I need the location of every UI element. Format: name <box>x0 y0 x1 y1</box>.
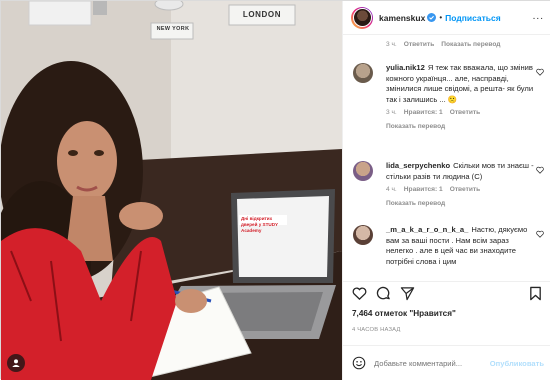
post-modal: NEW YORK LONDON Дні відкритих дверей у S… <box>0 0 550 380</box>
emoji-icon[interactable] <box>352 356 366 370</box>
separator-dot: • <box>439 13 443 22</box>
comment-icon[interactable] <box>376 286 391 301</box>
like-heart-icon[interactable] <box>352 286 367 301</box>
comment-time: 3 ч. <box>386 109 397 117</box>
comment-box: Опубликовать <box>343 345 550 380</box>
post-photo[interactable]: NEW YORK LONDON Дні відкритих дверей у S… <box>1 1 342 380</box>
avatar[interactable] <box>353 63 373 83</box>
reply-button[interactable]: Ответить <box>450 185 480 196</box>
likes-count[interactable]: 7,464 отметок "Нравится" <box>352 309 456 318</box>
reply-button[interactable]: Ответить <box>404 41 434 48</box>
verified-icon <box>427 13 437 22</box>
photo-illustration <box>1 1 342 380</box>
action-bar <box>343 281 550 305</box>
comment-meta: 4 ч. Нравится: 1 Ответить <box>386 185 534 196</box>
avatar[interactable] <box>353 225 373 245</box>
view-translation-button[interactable]: Показать перевод <box>386 122 534 133</box>
comment-likes[interactable]: Нравится: 1 <box>404 108 443 119</box>
comment-time: 3 ч. <box>386 41 397 48</box>
comment-username[interactable]: _m_a_k_a_r_o_n_k_a_ <box>386 225 468 234</box>
header-username[interactable]: kamenskux <box>379 13 425 23</box>
publish-button[interactable]: Опубликовать <box>490 359 544 368</box>
comment-username[interactable]: lida_serpychenko <box>386 161 450 170</box>
sign-london: LONDON <box>242 10 282 19</box>
heart-icon[interactable] <box>536 230 544 238</box>
comment-meta: 3 ч. Нравится: 1 Ответить <box>386 108 534 119</box>
avatar[interactable] <box>351 6 373 29</box>
sign-new-york: NEW YORK <box>156 26 190 32</box>
heart-icon[interactable] <box>536 166 544 174</box>
comments-list: 3 ч. Ответить Показать перевод yulia.nik… <box>343 35 550 271</box>
view-translation-button[interactable]: Показать перевод <box>441 41 500 48</box>
avatar[interactable] <box>353 161 373 181</box>
comment-body: lida_serpychenko Скільки мов ти знаєш - с… <box>386 161 534 209</box>
post-header: kamenskux • Подписаться ... <box>343 1 550 35</box>
comment-input[interactable] <box>374 358 494 368</box>
post-sidebar: kamenskux • Подписаться ... 3 ч. Ответит… <box>342 1 550 380</box>
reply-button[interactable]: Ответить <box>450 108 480 119</box>
view-translation-button[interactable]: Показать перевод <box>386 199 534 210</box>
first-comment-meta: 3 ч. Ответить Показать перевод <box>386 41 501 48</box>
comment-time: 4 ч. <box>386 186 397 194</box>
more-options-icon[interactable]: ... <box>533 12 544 22</box>
share-icon[interactable] <box>400 286 415 301</box>
post-time: 4 ЧАСОВ НАЗАД <box>352 327 401 333</box>
follow-button[interactable]: Подписаться <box>445 13 501 23</box>
sad-emoji-icon: 🙁 <box>447 94 458 104</box>
bookmark-icon[interactable] <box>528 286 543 301</box>
user-tag-icon[interactable] <box>7 354 25 372</box>
heart-icon[interactable] <box>536 68 544 76</box>
comment-body: yulia.nik12 Я теж так вважала, що змінив … <box>386 63 534 133</box>
comment-username[interactable]: yulia.nik12 <box>386 63 425 72</box>
comment-body: _m_a_k_a_r_o_n_k_a_ Настю, дякуємо вам за… <box>386 225 534 267</box>
comment-likes[interactable]: Нравится: 1 <box>404 185 443 196</box>
laptop-screen-text: Дні відкритих дверей у STUDY Academy <box>241 216 279 233</box>
